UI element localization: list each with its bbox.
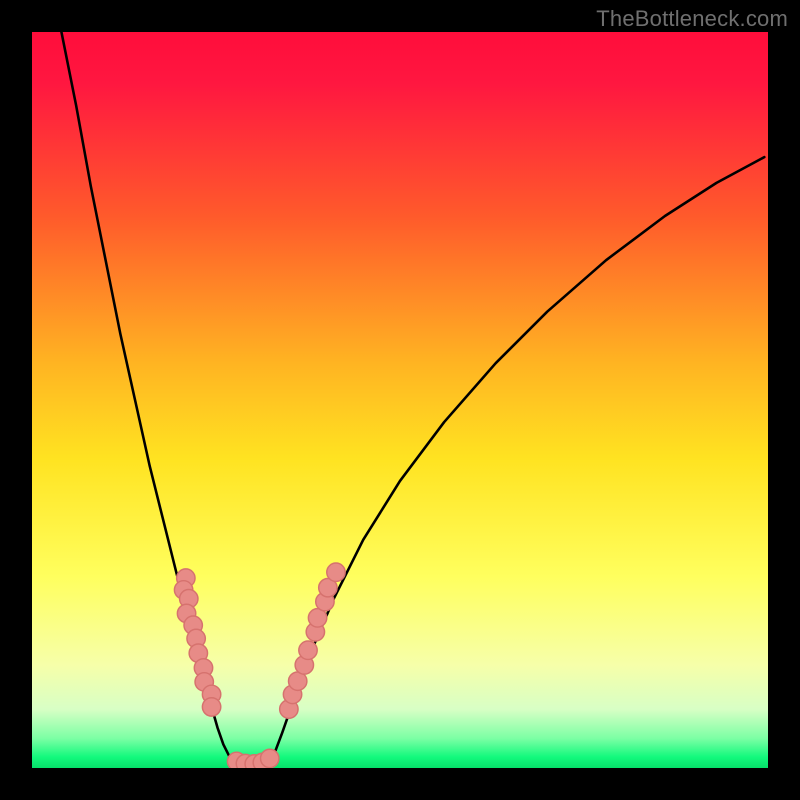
plot-area <box>32 32 768 768</box>
data-dot <box>299 641 317 659</box>
bottleneck-curve <box>61 32 764 768</box>
chart-svg <box>32 32 768 768</box>
data-dot <box>327 563 345 581</box>
watermark-text: TheBottleneck.com <box>596 6 788 32</box>
data-dot <box>202 698 220 716</box>
data-dots <box>174 563 345 768</box>
data-dot <box>261 749 279 767</box>
outer-frame: TheBottleneck.com <box>0 0 800 800</box>
